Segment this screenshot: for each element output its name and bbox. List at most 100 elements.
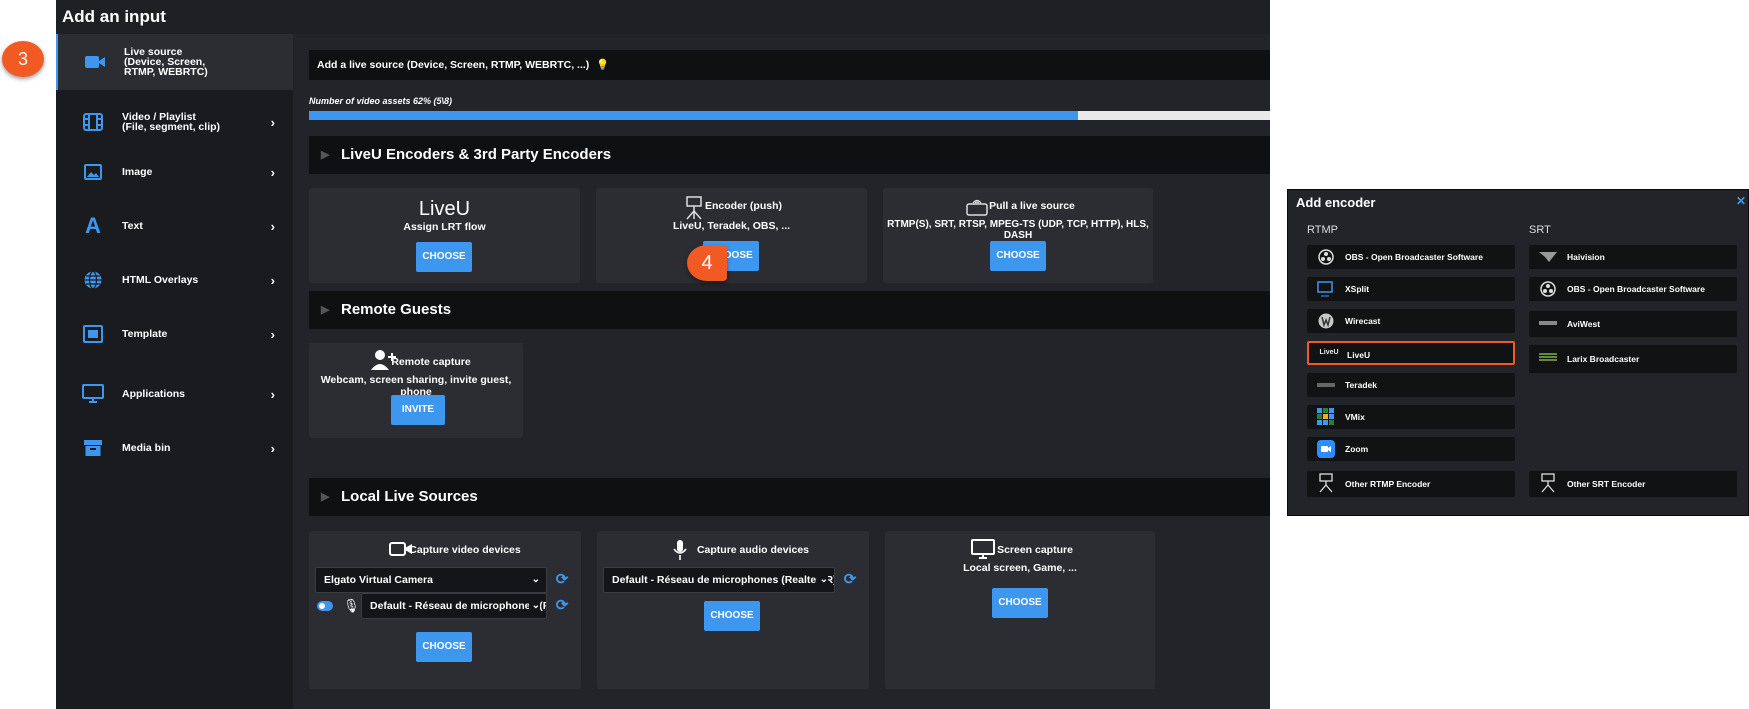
archive-icon <box>82 437 104 459</box>
choose-pull-button[interactable]: CHOOSE <box>990 241 1046 271</box>
choose-audio-device-button[interactable]: CHOOSE <box>704 601 760 631</box>
wirecast-icon <box>1317 312 1335 330</box>
sidebar-item-text[interactable]: A Text › <box>56 200 293 252</box>
encoder-teradek[interactable]: Teradek <box>1307 373 1515 397</box>
section-encoders[interactable]: ▶ LiveU Encoders & 3rd Party Encoders <box>309 136 1270 174</box>
add-live-source-label: Add a live source (Device, Screen, RTMP,… <box>317 59 590 71</box>
encoder-vmix[interactable]: VMix <box>1307 405 1515 429</box>
card-title: Remote capture <box>391 356 471 368</box>
choose-liveu-button[interactable]: CHOOSE <box>416 242 472 272</box>
card-subtitle: Assign LRT flow <box>403 221 486 233</box>
obs-icon <box>1539 280 1557 298</box>
chevron-right-icon: › <box>270 114 275 130</box>
obs-icon <box>1317 248 1335 266</box>
chevron-down-icon: ⌄ <box>531 574 540 585</box>
sidebar-item-template[interactable]: Template › <box>56 308 293 360</box>
encoder-larix[interactable]: Larix Broadcaster <box>1529 345 1737 373</box>
chevron-down-icon: ⌄ <box>816 568 828 592</box>
xsplit-icon <box>1317 280 1335 298</box>
tripod-camera-icon <box>1317 473 1335 493</box>
callout-3: 3 <box>2 41 44 77</box>
card-title: Screen capture <box>997 544 1073 556</box>
encoder-haivision[interactable]: Haivision <box>1529 245 1737 269</box>
card-subtitle: Local screen, Game, ... <box>963 562 1077 574</box>
section-remote-guests[interactable]: ▶ Remote Guests <box>309 291 1270 329</box>
refresh-icon[interactable]: ⟳ <box>842 572 858 588</box>
chevron-right-icon: › <box>270 326 275 342</box>
encoder-liveu[interactable]: LiveU LiveU <box>1307 341 1515 365</box>
assets-progress-fill <box>309 111 1078 120</box>
refresh-icon[interactable]: ⟳ <box>554 598 570 614</box>
section-title: Remote Guests <box>341 301 452 318</box>
audio-device-select[interactable]: Default - Réseau de microphones (Rea ⌄ <box>361 593 547 619</box>
chevron-right-icon: › <box>270 440 275 456</box>
sidebar-item-media-bin[interactable]: Media bin › <box>56 422 293 474</box>
audio-toggle[interactable] <box>317 601 333 611</box>
monitor-icon <box>82 383 104 405</box>
sidebar-item-label: Template <box>122 328 168 340</box>
sidebar-item-live-source[interactable]: Live source (Device, Screen, RTMP, WEBRT… <box>56 34 293 90</box>
caret-right-icon: ▶ <box>321 149 330 161</box>
sidebar-item-image[interactable]: Image › <box>56 146 293 198</box>
teradek-icon <box>1317 376 1335 394</box>
card-title: Pull a live source <box>989 200 1075 212</box>
card-screen-capture: Screen capture Local screen, Game, ... C… <box>885 531 1155 689</box>
card-remote-capture: Remote capture Webcam, screen sharing, i… <box>309 343 523 438</box>
callout-4: 4 <box>687 245 727 281</box>
liveu-logo: LiveU <box>1319 349 1339 356</box>
srt-header: SRT <box>1529 224 1551 236</box>
section-title: Local Live Sources <box>341 488 478 505</box>
choose-video-device-button[interactable]: CHOOSE <box>416 632 472 662</box>
tripod-camera-icon <box>1539 473 1557 493</box>
encoder-zoom[interactable]: Zoom <box>1307 437 1515 461</box>
camera-icon <box>84 51 106 73</box>
section-local-live-sources[interactable]: ▶ Local Live Sources <box>309 478 1270 516</box>
chevron-right-icon: › <box>270 164 275 180</box>
sidebar-item-label: Applications <box>122 388 186 400</box>
section-title: LiveU Encoders & 3rd Party Encoders <box>341 146 612 163</box>
encoder-wirecast[interactable]: Wirecast <box>1307 309 1515 333</box>
sidebar-item-label: HTML Overlays <box>122 274 199 286</box>
invite-button[interactable]: INVITE <box>391 395 445 425</box>
globe-icon <box>82 269 104 291</box>
choose-screen-button[interactable]: CHOOSE <box>992 588 1048 618</box>
add-input-dialog: Add an input Live source (Device, Screen… <box>56 0 1270 709</box>
encoder-other-srt[interactable]: Other SRT Encoder <box>1529 471 1737 497</box>
film-icon <box>82 111 104 133</box>
card-subtitle: RTMP(S), SRT, RTSP, MPEG-TS (UDP, TCP, H… <box>887 219 1149 241</box>
add-live-source-bar: Add a live source (Device, Screen, RTMP,… <box>309 50 1270 80</box>
image-icon <box>82 161 104 183</box>
add-encoder-panel: Add encoder ✕ RTMP SRT OBS - Open Broadc… <box>1287 189 1749 516</box>
lightbulb-icon[interactable]: 💡 <box>596 59 609 71</box>
encoder-other-rtmp[interactable]: Other RTMP Encoder <box>1307 471 1515 497</box>
card-title: Encoder (push) <box>704 200 782 212</box>
card-encoder-push: Encoder (push) LiveU, Teradek, OBS, ... … <box>596 188 867 283</box>
encoder-obs-srt[interactable]: OBS - Open Broadcaster Software <box>1529 277 1737 301</box>
sidebar-item-applications[interactable]: Applications › <box>56 368 293 420</box>
encoder-xsplit[interactable]: XSplit <box>1307 277 1515 301</box>
sidebar-item-label: Image <box>122 166 153 178</box>
caret-right-icon: ▶ <box>321 491 330 503</box>
aviwest-icon <box>1539 314 1557 332</box>
text-icon: A <box>85 213 101 238</box>
card-capture-video: Capture video devices Elgato Virtual Cam… <box>309 531 581 689</box>
sidebar-item-video-playlist[interactable]: Video / Playlist (File, segment, clip) › <box>56 96 293 148</box>
audio-device-select[interactable]: Default - Réseau de microphones (Realtek… <box>603 567 835 593</box>
close-icon[interactable]: ✕ <box>1736 194 1746 208</box>
card-pull-live-source: Pull a live source RTMP(S), SRT, RTSP, M… <box>883 188 1153 283</box>
sidebar-item-label: Text <box>122 220 143 232</box>
chevron-down-icon: ⌄ <box>528 594 540 618</box>
encoder-obs-rtmp[interactable]: OBS - Open Broadcaster Software <box>1307 245 1515 269</box>
refresh-icon[interactable]: ⟳ <box>554 572 570 588</box>
video-device-select[interactable]: Elgato Virtual Camera ⌄ <box>315 567 547 593</box>
sidebar-item-label: Live source (Device, Screen, RTMP, WEBRT… <box>124 46 208 78</box>
sidebar-item-label: Media bin <box>122 442 171 454</box>
chevron-right-icon: › <box>270 272 275 288</box>
card-capture-audio: Capture audio devices Default - Réseau d… <box>597 531 869 689</box>
assets-count-label: Number of video assets 62% (5\8) <box>309 96 453 106</box>
sidebar-item-html-overlays[interactable]: HTML Overlays › <box>56 254 293 306</box>
encoder-aviwest[interactable]: AviWest <box>1529 311 1737 337</box>
chevron-right-icon: › <box>270 386 275 402</box>
card-title: Capture audio devices <box>696 544 810 556</box>
rtmp-header: RTMP <box>1307 224 1338 236</box>
